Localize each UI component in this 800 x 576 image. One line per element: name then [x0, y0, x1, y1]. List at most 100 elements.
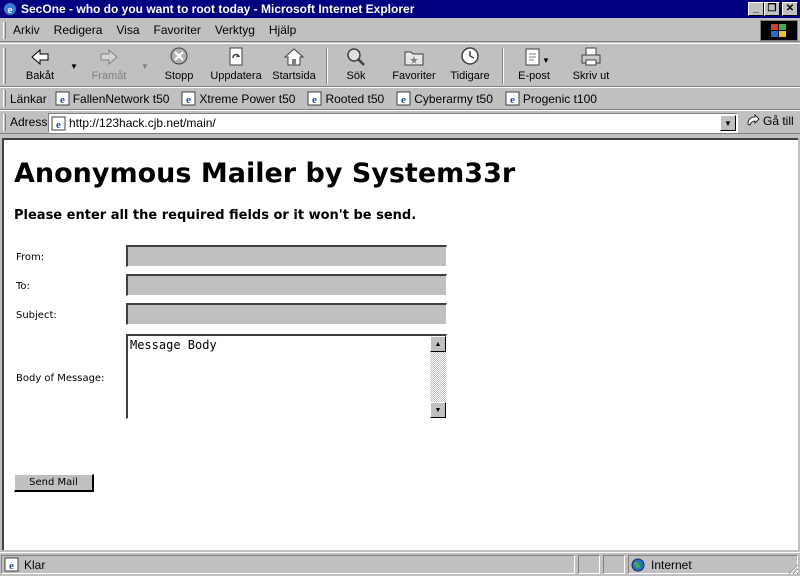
link-rooted[interactable]: e Rooted t50	[307, 91, 384, 106]
page-content: Anonymous Mailer by System33r Please ent…	[2, 138, 798, 550]
scroll-up-icon[interactable]: ▲	[430, 336, 446, 352]
refresh-icon	[229, 47, 243, 66]
status-pane-progress	[578, 555, 600, 574]
search-button[interactable]: Sök	[336, 46, 376, 86]
menu-redigera[interactable]: Redigera	[47, 23, 110, 37]
security-zone-label: Internet	[651, 557, 692, 572]
stop-button[interactable]: Stopp	[158, 46, 200, 86]
mail-dropdown-icon[interactable]: ▼	[542, 56, 550, 65]
to-field[interactable]	[126, 274, 447, 296]
mail-label: E-post	[518, 70, 550, 82]
forward-dropdown-icon[interactable]: ▼	[141, 62, 149, 71]
menu-arkiv[interactable]: Arkiv	[6, 23, 47, 37]
from-label: From:	[16, 252, 45, 263]
ie-page-icon: e	[55, 91, 70, 106]
scroll-down-icon[interactable]: ▼	[430, 402, 446, 418]
status-bar: e Klar Internet	[0, 552, 800, 576]
svg-text:e: e	[9, 560, 14, 572]
link-label: Progenic t100	[522, 91, 597, 106]
search-icon	[347, 48, 365, 66]
status-pane-secure	[603, 555, 625, 574]
linksbar-grip[interactable]	[3, 90, 6, 107]
addressbar-grip[interactable]	[3, 113, 6, 131]
link-label: FallenNetwork t50	[72, 91, 170, 106]
menu-hjalp[interactable]: Hjälp	[262, 23, 303, 37]
address-box[interactable]: e ▼	[48, 113, 738, 133]
home-label: Startsida	[272, 70, 316, 82]
print-label: Skriv ut	[572, 70, 610, 82]
go-label: Gå till	[763, 114, 794, 128]
svg-text:e: e	[60, 94, 65, 106]
link-fallennetwork[interactable]: e FallenNetwork t50	[55, 91, 170, 106]
link-label: Xtreme Power t50	[199, 91, 296, 106]
svg-text:e: e	[186, 94, 191, 106]
status-text-pane: e Klar	[1, 555, 575, 574]
subject-field[interactable]	[126, 303, 447, 325]
page-subtitle: Please enter all the required fields or …	[14, 208, 417, 223]
go-arrow-icon	[747, 114, 760, 126]
ie-page-icon: e	[307, 91, 322, 106]
menu-visa[interactable]: Visa	[109, 23, 146, 37]
print-button[interactable]: Skriv ut	[566, 46, 616, 86]
globe-icon	[631, 558, 645, 571]
menu-favoriter[interactable]: Favoriter	[147, 23, 208, 37]
address-input[interactable]	[69, 116, 719, 130]
links-label: Länkar	[10, 91, 47, 106]
home-icon	[283, 48, 305, 66]
svg-text:e: e	[510, 94, 515, 106]
svg-text:e: e	[401, 94, 406, 106]
go-button[interactable]: Gå till	[746, 114, 794, 128]
toolbar-grip[interactable]	[3, 48, 6, 84]
favorites-label: Favoriter	[392, 70, 436, 82]
toolbar-separator	[326, 48, 328, 84]
menu-verktyg[interactable]: Verktyg	[208, 23, 262, 37]
link-label: Cyberarmy t50	[414, 91, 493, 106]
back-dropdown-icon[interactable]: ▼	[70, 62, 78, 71]
send-mail-button[interactable]: Send Mail	[14, 474, 94, 492]
status-zone-pane: Internet	[628, 555, 798, 574]
link-cyberarmy[interactable]: e Cyberarmy t50	[396, 91, 493, 106]
to-label: To:	[16, 281, 30, 292]
address-bar: Adress e ▼ Gå till	[0, 110, 800, 134]
status-text: Klar	[24, 557, 46, 572]
refresh-button[interactable]: Uppdatera	[206, 46, 266, 86]
links-bar: Länkar e FallenNetwork t50 e Xtreme Powe…	[0, 87, 800, 110]
back-button[interactable]: Bakåt	[18, 46, 62, 86]
minimize-button[interactable]: _	[748, 2, 764, 16]
restore-button[interactable]: ❐	[764, 2, 780, 16]
forward-button[interactable]: Framåt	[86, 46, 132, 86]
stop-icon	[170, 47, 188, 65]
message-body-field[interactable]: Message Body	[128, 336, 429, 418]
printer-icon	[581, 47, 601, 66]
back-arrow-icon	[31, 48, 49, 66]
svg-text:e: e	[313, 94, 318, 106]
body-label: Body of Message:	[16, 373, 105, 384]
ie-page-icon: e	[181, 91, 196, 106]
close-button[interactable]: ✕	[782, 2, 798, 16]
svg-text:e: e	[8, 4, 13, 16]
title-bar[interactable]: e SecOne - who do you want to root today…	[0, 0, 800, 18]
history-label: Tidigare	[450, 70, 490, 82]
forward-label: Framåt	[91, 70, 127, 82]
favorites-folder-icon	[404, 51, 424, 66]
ie-page-icon: e	[505, 91, 520, 106]
favorites-button[interactable]: Favoriter	[388, 46, 440, 86]
resize-grip-icon[interactable]	[787, 563, 799, 575]
menu-bar: Arkiv Redigera Visa Favoriter Verktyg Hj…	[0, 19, 800, 42]
window-title: SecOne - who do you want to root today -…	[21, 2, 415, 16]
forward-arrow-icon	[100, 48, 118, 66]
back-label: Bakåt	[25, 70, 55, 82]
link-progenic[interactable]: e Progenic t100	[505, 91, 597, 106]
history-clock-icon	[461, 47, 479, 65]
mail-button[interactable]: E-post	[512, 46, 556, 86]
link-label: Rooted t50	[325, 91, 385, 106]
home-button[interactable]: Startsida	[270, 46, 318, 86]
subject-label: Subject:	[16, 310, 57, 321]
history-button[interactable]: Tidigare	[446, 46, 494, 86]
address-dropdown-button[interactable]: ▼	[720, 115, 736, 131]
message-body-scrollbar[interactable]: ▲ ▼	[430, 336, 446, 418]
from-field[interactable]	[126, 245, 447, 267]
ie-page-icon: e	[51, 116, 66, 131]
link-xtreme-power[interactable]: e Xtreme Power t50	[181, 91, 295, 106]
address-label: Adress	[10, 115, 48, 129]
